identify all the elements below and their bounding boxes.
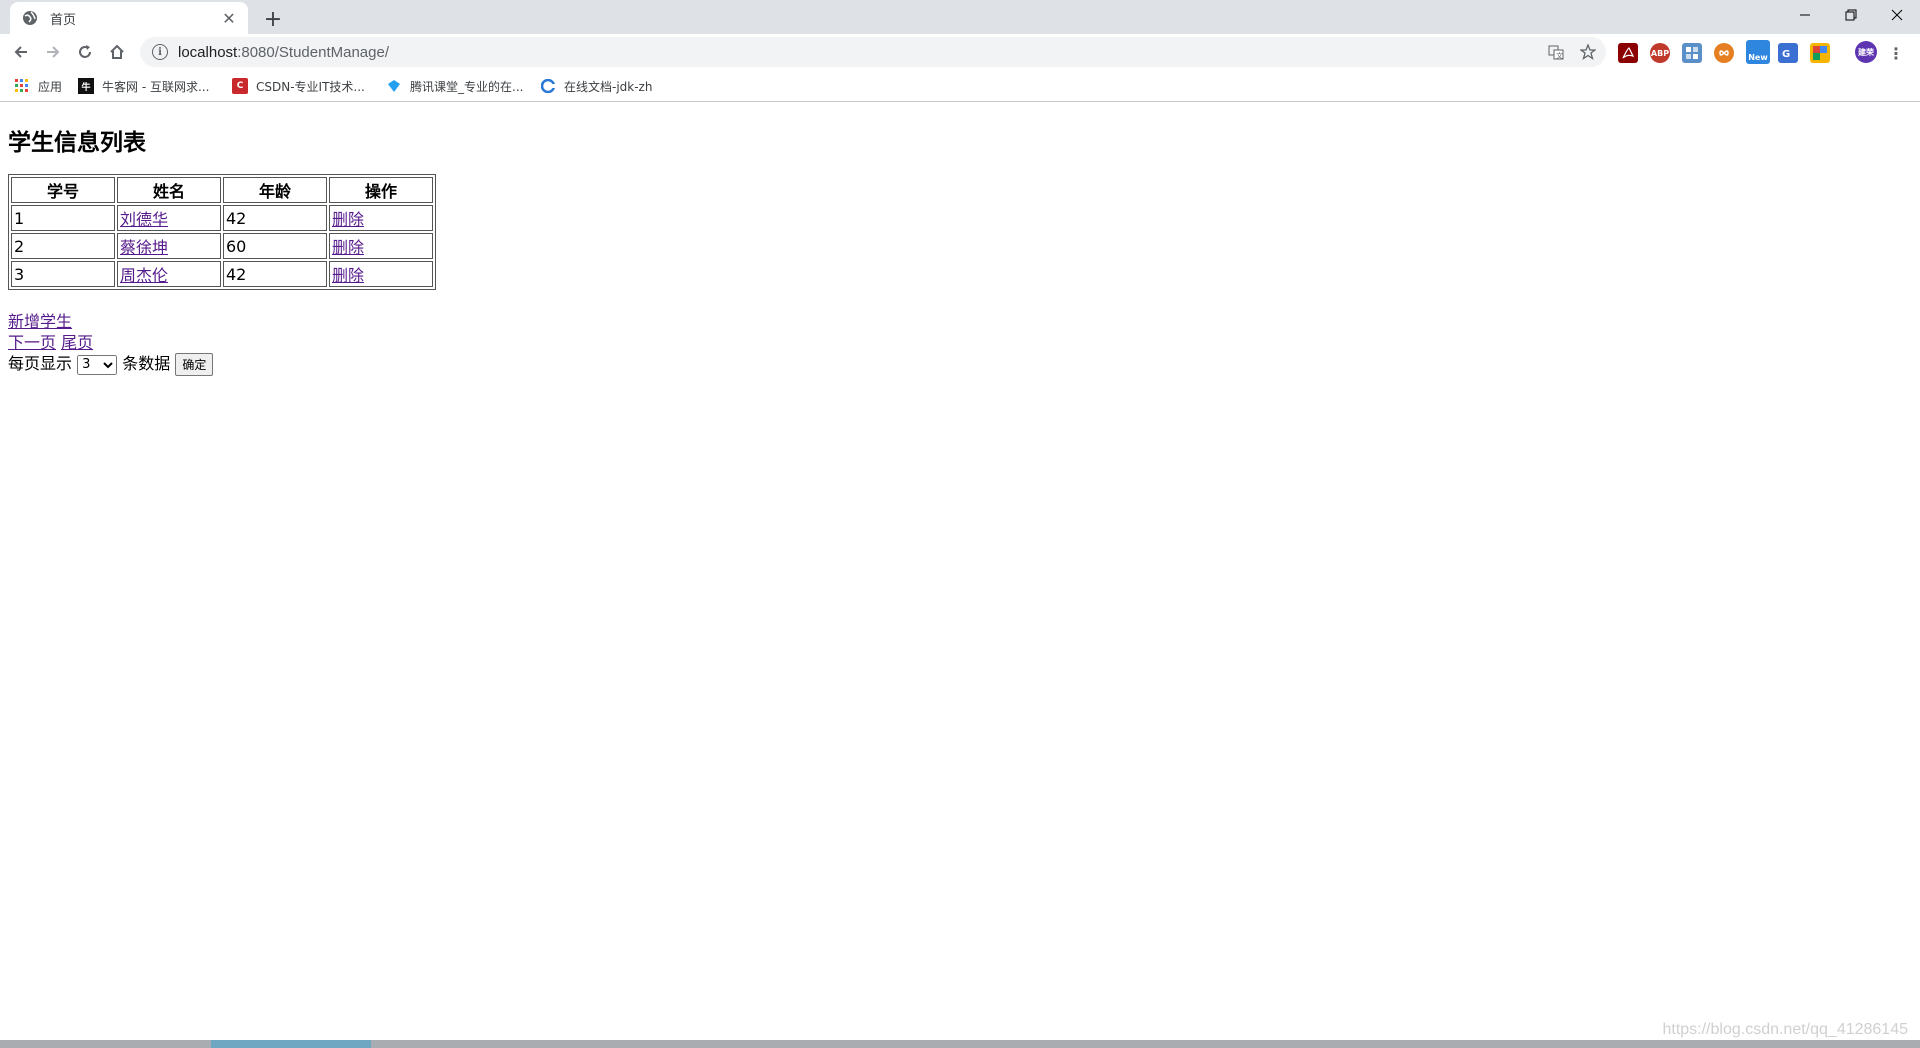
page-size-select[interactable]: 3 bbox=[77, 354, 118, 375]
bookmark-label: CSDN-专业IT技术... bbox=[256, 79, 365, 94]
cell-action: 删除 bbox=[329, 233, 433, 259]
reload-icon[interactable] bbox=[70, 37, 100, 67]
bookmark-label: 应用 bbox=[38, 79, 63, 94]
close-icon[interactable]: ✕ bbox=[218, 7, 240, 29]
home-icon[interactable] bbox=[102, 37, 132, 67]
tab-home[interactable]: 首页 ✕ bbox=[10, 2, 248, 34]
forward-icon[interactable] bbox=[38, 37, 68, 67]
infinity-icon[interactable] bbox=[1714, 43, 1734, 63]
per-page-prefix: 每页显示 bbox=[8, 354, 73, 373]
bookmark-jdk-docs[interactable]: 在线文档-jdk-zh bbox=[540, 76, 652, 96]
cell-age: 42 bbox=[223, 205, 327, 231]
cell-age: 42 bbox=[223, 261, 327, 287]
column-header-name: 姓名 bbox=[117, 177, 221, 203]
bookmark-label: 牛客网 - 互联网求... bbox=[102, 79, 210, 94]
cell-name: 蔡徐坤 bbox=[117, 233, 221, 259]
tab-title: 首页 bbox=[50, 12, 77, 28]
tab-strip: 首页 ✕ + bbox=[0, 0, 1920, 34]
delete-link[interactable]: 删除 bbox=[332, 210, 364, 229]
info-icon[interactable]: i bbox=[152, 44, 168, 60]
page-title: 学生信息列表 bbox=[8, 130, 146, 156]
acrobat-icon[interactable] bbox=[1618, 43, 1638, 63]
jdk-docs-icon bbox=[540, 78, 556, 94]
url-path: :8080/StudentManage/ bbox=[237, 43, 389, 61]
cell-name: 刘德华 bbox=[117, 205, 221, 231]
back-icon[interactable] bbox=[6, 37, 36, 67]
delete-link[interactable]: 删除 bbox=[332, 238, 364, 257]
bookmark-csdn[interactable]: C CSDN-专业IT技术... bbox=[232, 76, 365, 96]
new-extension-icon[interactable]: New bbox=[1746, 40, 1770, 64]
minimize-icon[interactable] bbox=[1782, 0, 1828, 30]
bookmarks-bar: 应用 牛 牛客网 - 互联网求... C CSDN-专业IT技术... 腾讯课堂… bbox=[0, 70, 1920, 102]
colorful-extension-icon[interactable] bbox=[1810, 43, 1830, 63]
column-header-age: 年龄 bbox=[223, 177, 327, 203]
table-header-row: 学号 姓名 年龄 操作 bbox=[11, 177, 433, 203]
menu-kebab-icon[interactable]: ⋮ bbox=[1886, 43, 1906, 63]
tencent-class-icon bbox=[386, 78, 402, 94]
bookmark-label: 腾讯课堂_专业的在... bbox=[410, 79, 524, 94]
nowcoder-icon: 牛 bbox=[78, 78, 94, 94]
student-name-link[interactable]: 蔡徐坤 bbox=[120, 238, 168, 257]
profile-avatar[interactable]: 建荣 bbox=[1855, 41, 1877, 63]
column-header-action: 操作 bbox=[329, 177, 433, 203]
cell-action: 删除 bbox=[329, 205, 433, 231]
svg-text:文: 文 bbox=[1556, 51, 1563, 60]
globe-icon bbox=[20, 8, 40, 28]
page-content: 学生信息列表 学号 姓名 年龄 操作 1 刘德华 42 删除 2 蔡徐坤 60 … bbox=[0, 103, 1920, 1038]
column-header-id: 学号 bbox=[11, 177, 115, 203]
bookmark-label: 在线文档-jdk-zh bbox=[564, 79, 653, 94]
page-size-row: 每页显示 3 条数据 确定 bbox=[8, 350, 214, 376]
translate-extension-icon[interactable]: G bbox=[1778, 43, 1798, 63]
browser-toolbar: i localhost:8080/StudentManage/ 文 ABP Ne… bbox=[0, 34, 1920, 70]
grid-extension-icon[interactable] bbox=[1682, 43, 1702, 63]
bookmark-apps[interactable]: 应用 bbox=[14, 76, 62, 96]
csdn-icon: C bbox=[232, 78, 248, 94]
student-name-link[interactable]: 刘德华 bbox=[120, 210, 168, 229]
per-page-suffix: 条数据 bbox=[122, 354, 171, 373]
svg-text:G: G bbox=[1782, 49, 1790, 60]
taskbar-active-segment bbox=[211, 1040, 371, 1048]
table-row: 2 蔡徐坤 60 删除 bbox=[11, 233, 433, 259]
restore-icon[interactable] bbox=[1828, 0, 1874, 30]
bookmark-nowcoder[interactable]: 牛 牛客网 - 互联网求... bbox=[78, 76, 209, 96]
cell-id: 3 bbox=[11, 261, 115, 287]
cell-id: 2 bbox=[11, 233, 115, 259]
close-window-icon[interactable] bbox=[1874, 0, 1920, 30]
delete-link[interactable]: 删除 bbox=[332, 266, 364, 285]
cell-age: 60 bbox=[223, 233, 327, 259]
table-row: 1 刘德华 42 删除 bbox=[11, 205, 433, 231]
new-badge: New bbox=[1748, 52, 1768, 62]
apps-grid-icon bbox=[14, 78, 30, 94]
student-table: 学号 姓名 年龄 操作 1 刘德华 42 删除 2 蔡徐坤 60 删除 3 周杰… bbox=[8, 174, 436, 290]
bookmark-star-icon[interactable] bbox=[1574, 38, 1602, 66]
confirm-button[interactable]: 确定 bbox=[175, 353, 214, 376]
translate-icon[interactable]: 文 bbox=[1542, 38, 1570, 66]
bookmark-tencent-class[interactable]: 腾讯课堂_专业的在... bbox=[386, 76, 523, 96]
new-tab-button[interactable]: + bbox=[258, 4, 288, 34]
cell-action: 删除 bbox=[329, 261, 433, 287]
url-text[interactable]: localhost:8080/StudentManage/ bbox=[178, 44, 1542, 61]
address-bar[interactable]: i localhost:8080/StudentManage/ 文 bbox=[140, 37, 1606, 67]
student-name-link[interactable]: 周杰伦 bbox=[120, 266, 168, 285]
cell-id: 1 bbox=[11, 205, 115, 231]
taskbar-edge bbox=[0, 1040, 1920, 1048]
url-host: localhost bbox=[178, 43, 238, 61]
adblock-icon[interactable]: ABP bbox=[1650, 43, 1670, 63]
watermark-text: https://blog.csdn.net/qq_41286145 bbox=[1662, 1021, 1908, 1038]
cell-name: 周杰伦 bbox=[117, 261, 221, 287]
table-row: 3 周杰伦 42 删除 bbox=[11, 261, 433, 287]
